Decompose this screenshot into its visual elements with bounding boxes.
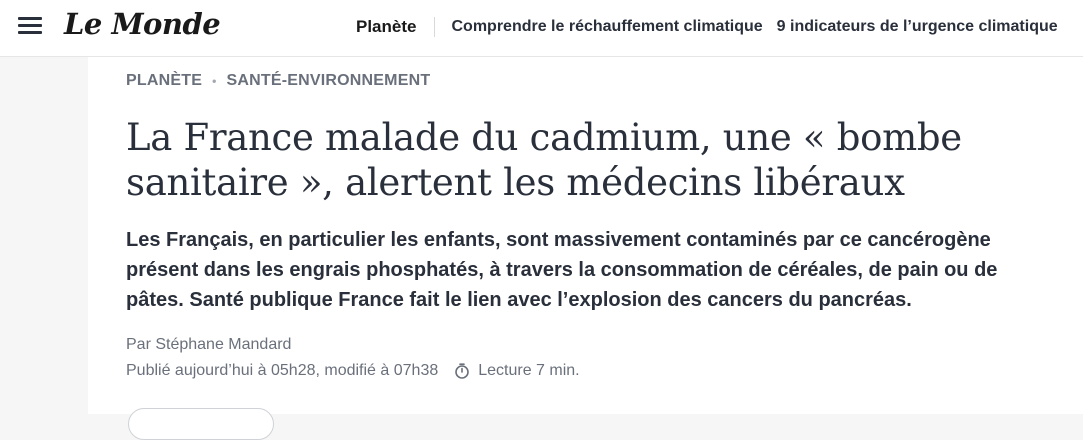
article-title: La France malade du cadmium, une « bombe… [126, 116, 962, 204]
article-action-button[interactable] [128, 408, 274, 440]
publication-date: Publié aujourd’hui à 05h28, modifié à 07… [126, 362, 439, 379]
breadcrumb-separator: • [212, 74, 217, 88]
nav-link-planete[interactable]: Planète [356, 17, 416, 37]
nav-link-comprendre-rechauffement[interactable]: Comprendre le réchauffement climatique [451, 18, 762, 36]
reading-time: Lecture 7 min. [478, 362, 580, 379]
article-container: PLANÈTE • SANTÉ-ENVIRONNEMENT La France … [88, 57, 1083, 440]
breadcrumb-planete[interactable]: PLANÈTE [126, 72, 202, 90]
hamburger-menu-icon[interactable] [18, 16, 42, 36]
timer-icon [455, 363, 470, 379]
breadcrumb: PLANÈTE • SANTÉ-ENVIRONNEMENT [126, 72, 430, 90]
article-standfirst: Les Français, en particulier les enfants… [126, 229, 998, 311]
breadcrumb-sante-environnement[interactable]: SANTÉ-ENVIRONNEMENT [226, 72, 430, 90]
article-author[interactable]: Par Stéphane Mandard [126, 336, 291, 354]
article-meta: Publié aujourd’hui à 05h28, modifié à 07… [126, 362, 580, 380]
section-nav: Planète Comprendre le réchauffement clim… [356, 16, 1058, 38]
nav-divider [434, 17, 436, 37]
nav-link-indicateurs-urgence[interactable]: 9 indicateurs de l’urgence climatique [777, 18, 1058, 36]
top-navigation-bar: Le Monde Planète Comprendre le réchauffe… [0, 0, 1083, 57]
le-monde-logo[interactable]: Le Monde [64, 7, 221, 41]
